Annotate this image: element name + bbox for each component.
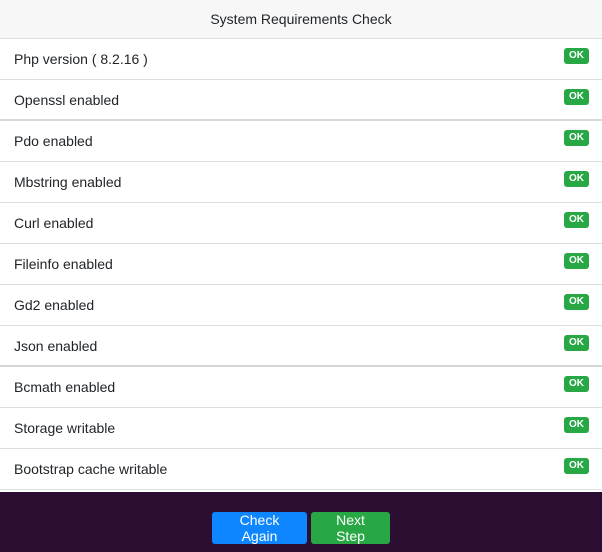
- requirement-row-json: Json enabled OK: [0, 326, 602, 367]
- requirement-label: Storage writable: [14, 420, 116, 436]
- requirement-row-storage: Storage writable OK: [0, 408, 602, 449]
- requirement-label: Mbstring enabled: [14, 174, 122, 190]
- status-badge: OK: [564, 130, 589, 146]
- footer-bar: Check Again Next Step: [0, 492, 602, 552]
- page-title: System Requirements Check: [0, 0, 602, 39]
- status-badge: OK: [564, 417, 589, 433]
- requirement-row-bootstrap-cache: Bootstrap cache writable OK: [0, 449, 602, 490]
- requirement-row-fileinfo: Fileinfo enabled OK: [0, 244, 602, 285]
- requirement-label: Bootstrap cache writable: [14, 461, 168, 477]
- requirement-label: Curl enabled: [14, 215, 94, 231]
- requirement-row-openssl: Openssl enabled OK: [0, 80, 602, 121]
- status-badge: OK: [564, 376, 589, 392]
- status-badge: OK: [564, 294, 589, 310]
- status-badge: OK: [564, 88, 589, 105]
- requirements-list: Php version ( 8.2.16 ) OK Openssl enable…: [0, 39, 602, 490]
- requirement-label: Openssl enabled: [14, 91, 120, 108]
- status-badge: OK: [564, 48, 589, 64]
- next-step-button[interactable]: Next Step: [311, 512, 390, 544]
- status-badge: OK: [564, 253, 589, 269]
- requirement-row-php: Php version ( 8.2.16 ) OK: [0, 39, 602, 80]
- requirement-label: Bcmath enabled: [14, 379, 116, 395]
- requirement-row-mbstring: Mbstring enabled OK: [0, 162, 602, 203]
- requirement-row-pdo: Pdo enabled OK: [0, 121, 602, 162]
- status-badge: OK: [564, 171, 589, 187]
- requirement-label: Fileinfo enabled: [14, 256, 113, 272]
- requirement-label: Gd2 enabled: [14, 297, 95, 313]
- check-again-button[interactable]: Check Again: [212, 512, 307, 544]
- requirement-row-gd2: Gd2 enabled OK: [0, 285, 602, 326]
- requirement-label: Json enabled: [14, 337, 98, 354]
- requirements-card: System Requirements Check Php version ( …: [0, 0, 602, 490]
- status-badge: OK: [564, 334, 589, 351]
- requirement-label: Pdo enabled: [14, 133, 93, 149]
- requirement-row-curl: Curl enabled OK: [0, 203, 602, 244]
- status-badge: OK: [564, 212, 589, 228]
- status-badge: OK: [564, 458, 589, 474]
- requirement-label: Php version ( 8.2.16 ): [14, 51, 148, 67]
- requirement-row-bcmath: Bcmath enabled OK: [0, 367, 602, 408]
